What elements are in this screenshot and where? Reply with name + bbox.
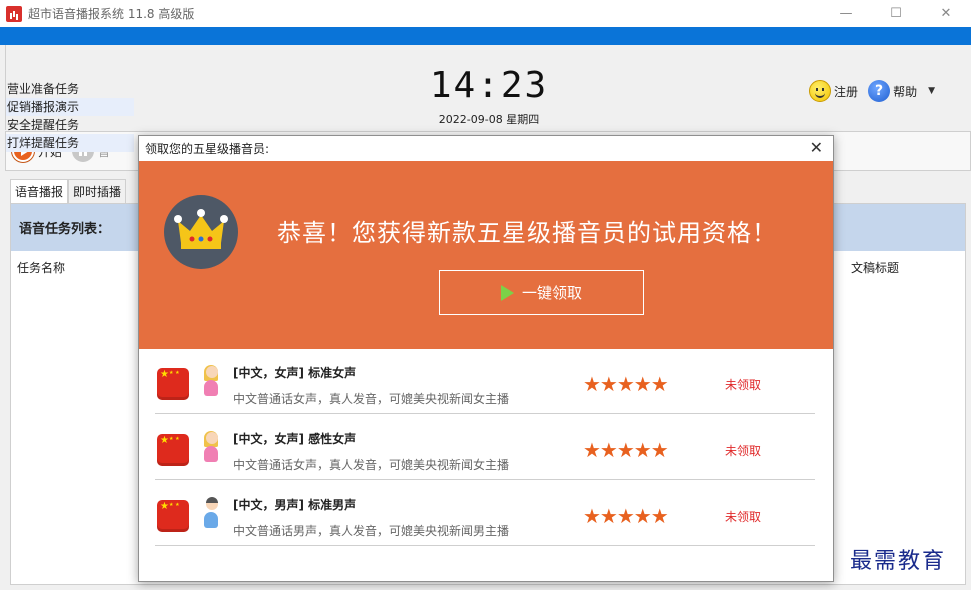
header: 14:23 2022-09-08 星期四 注册 ? 帮助 ▼ bbox=[5, 45, 971, 130]
star-rating: ★★★★★ bbox=[583, 372, 669, 396]
voice-offer-dialog: 领取您的五星级播音员: ✕ 恭喜！您获得新款五星级播音员的试用资格！ 一键领取 bbox=[138, 135, 834, 582]
voice-name: [中文，男声] 标准男声 bbox=[233, 498, 357, 512]
voice-status[interactable]: 未领取 bbox=[725, 376, 761, 393]
china-flag-icon bbox=[157, 500, 189, 532]
list-item[interactable]: 促销播报演示 bbox=[6, 98, 134, 116]
voice-row[interactable]: [中文，男声] 标准男声 中文普通话男声，真人发音，可媲美央视新闻男主播 ★★★… bbox=[155, 482, 815, 546]
list-item[interactable]: 营业准备任务 bbox=[6, 80, 134, 98]
help-button[interactable]: ? 帮助 ▼ bbox=[868, 80, 935, 102]
voice-row[interactable]: [中文，女声] 标准女声 中文普通话女声，真人发音，可媲美央视新闻女主播 ★★★… bbox=[155, 350, 815, 414]
window-close-button[interactable]: ✕ bbox=[921, 0, 971, 27]
register-label: 注册 bbox=[834, 84, 859, 99]
window-controls: — ☐ ✕ bbox=[821, 0, 971, 27]
voice-status[interactable]: 未领取 bbox=[725, 508, 761, 525]
chevron-down-icon[interactable]: ▼ bbox=[928, 86, 935, 96]
dialog-close-button[interactable]: ✕ bbox=[810, 138, 823, 157]
task-list: 营业准备任务 促销播报演示 安全提醒任务 打烊提醒任务 bbox=[6, 80, 134, 152]
male-voice-icon bbox=[203, 497, 219, 532]
banner-headline: 恭喜！您获得新款五星级播音员的试用资格！ bbox=[277, 219, 777, 247]
dialog-title: 领取您的五星级播音员: bbox=[145, 142, 270, 156]
register-button[interactable]: 注册 bbox=[809, 80, 858, 102]
voice-name: [中文，女声] 感性女声 bbox=[233, 432, 357, 446]
list-item[interactable]: 安全提醒任务 bbox=[6, 116, 134, 134]
china-flag-icon bbox=[157, 434, 189, 466]
tab-bar: 语音播报 即时插播 bbox=[10, 179, 127, 203]
voice-status[interactable]: 未领取 bbox=[725, 442, 761, 459]
claim-all-button[interactable]: 一键领取 bbox=[439, 270, 644, 315]
watermark: 最需教育 bbox=[850, 549, 947, 574]
dialog-titlebar: 领取您的五星级播音员: ✕ bbox=[139, 136, 833, 161]
tab-voice-broadcast[interactable]: 语音播报 bbox=[10, 179, 69, 203]
star-rating: ★★★★★ bbox=[583, 438, 669, 462]
accent-strip bbox=[0, 27, 971, 45]
help-label: 帮助 bbox=[893, 84, 918, 99]
female-voice-icon bbox=[203, 365, 219, 400]
maximize-button[interactable]: ☐ bbox=[871, 0, 921, 27]
smile-icon bbox=[809, 80, 832, 102]
date-label: 2022-09-08 星期四 bbox=[438, 113, 540, 126]
voice-description: 中文普通话女声，真人发音，可媲美央视新闻女主播 bbox=[233, 458, 510, 472]
help-icon: ? bbox=[868, 80, 891, 102]
window-titlebar: 超市语音播报系统 11.8 高级版 — ☐ ✕ bbox=[0, 0, 971, 27]
play-icon bbox=[500, 284, 514, 301]
crown-icon bbox=[164, 195, 238, 269]
list-item[interactable]: 打烊提醒任务 bbox=[6, 134, 134, 152]
voice-name: [中文，女声] 标准女声 bbox=[233, 366, 357, 380]
claim-label: 一键领取 bbox=[521, 284, 582, 302]
female-voice-icon bbox=[203, 431, 219, 466]
minimize-button[interactable]: — bbox=[821, 0, 871, 27]
voice-description: 中文普通话女声，真人发音，可媲美央视新闻女主播 bbox=[233, 392, 510, 406]
app-title: 超市语音播报系统 11.8 高级版 bbox=[28, 7, 195, 21]
voice-row[interactable]: [中文，女声] 感性女声 中文普通话女声，真人发音，可媲美央视新闻女主播 ★★★… bbox=[155, 416, 815, 480]
app-logo-icon bbox=[6, 5, 22, 22]
star-rating: ★★★★★ bbox=[583, 504, 669, 528]
china-flag-icon bbox=[157, 368, 189, 400]
tab-instant-insert[interactable]: 即时插播 bbox=[68, 179, 127, 203]
voice-description: 中文普通话男声，真人发音，可媲美央视新闻男主播 bbox=[233, 524, 510, 538]
header-actions: 注册 ? 帮助 ▼ bbox=[809, 80, 935, 102]
column-header-task[interactable]: 任务名称 bbox=[17, 259, 65, 276]
promo-banner: 恭喜！您获得新款五星级播音员的试用资格！ 一键领取 bbox=[139, 161, 833, 349]
column-header-doc-title[interactable]: 文稿标题 bbox=[851, 259, 899, 276]
